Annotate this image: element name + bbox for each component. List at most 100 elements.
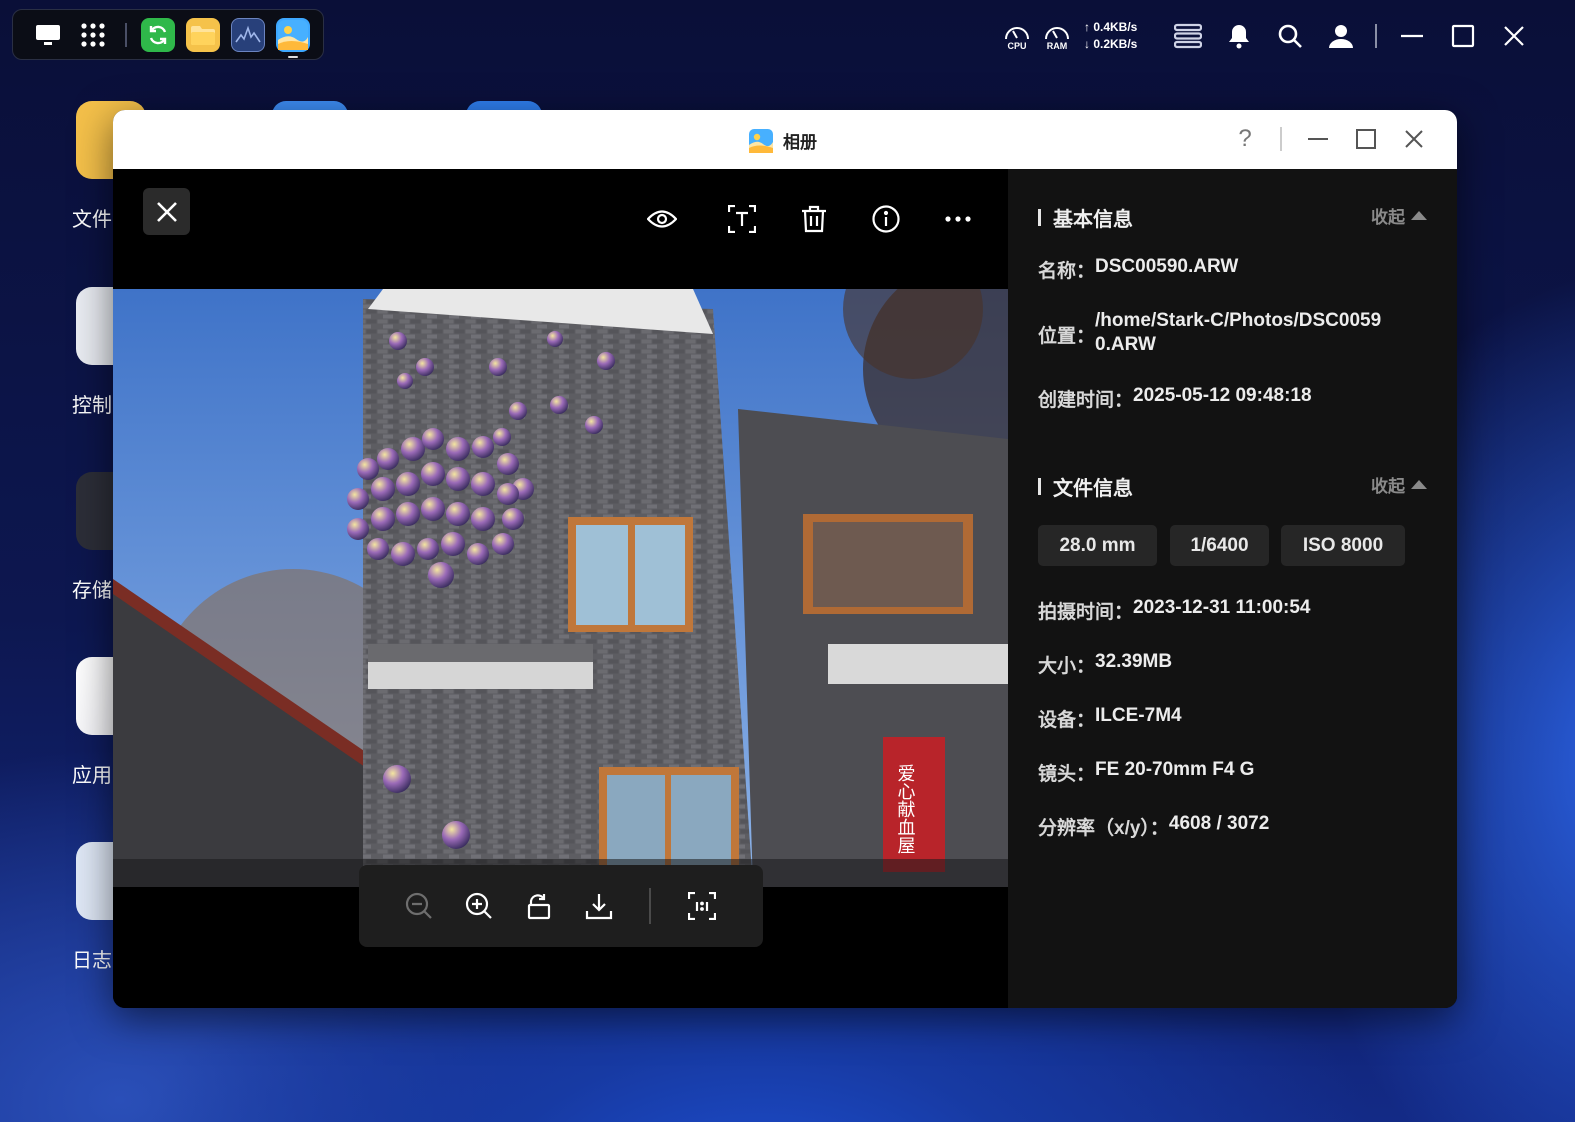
zoom-out-icon xyxy=(405,892,432,919)
upload-speed: ↑ 0.4KB/s xyxy=(1084,20,1138,34)
desktop-label-logs: 日志 xyxy=(72,950,112,972)
focal-length-badge: 28.0 mm xyxy=(1038,525,1157,566)
file-manager-button[interactable] xyxy=(186,17,220,52)
taken-value: 2023-12-31 11:00:54 xyxy=(1133,597,1311,618)
size-row: 大小： 32.39MB xyxy=(1038,651,1172,678)
user-button[interactable] xyxy=(1326,21,1356,51)
monitor-icon xyxy=(36,24,60,45)
more-button[interactable] xyxy=(940,201,976,237)
photos-icon xyxy=(278,19,308,50)
sync-app-button[interactable] xyxy=(141,17,175,52)
actual-size-button[interactable] xyxy=(684,888,720,924)
close-icon xyxy=(1405,130,1423,148)
window-maximize-button[interactable] xyxy=(1351,124,1381,154)
resolution-value: 4608 / 3072 xyxy=(1168,813,1270,834)
tray-divider xyxy=(1375,24,1378,48)
lens-label: 镜头： xyxy=(1038,764,1096,785)
ram-gauge-icon xyxy=(1045,27,1069,40)
app-launcher-button[interactable] xyxy=(76,18,110,52)
iso-badge: ISO 8000 xyxy=(1281,525,1405,566)
window-title: 相册 xyxy=(783,133,817,152)
file-info-title: 文件信息 xyxy=(1053,478,1133,500)
photo-image[interactable]: 爱心献血屋 xyxy=(113,289,1008,887)
help-button[interactable]: ? xyxy=(1230,124,1260,154)
collapse-label: 收起 xyxy=(1371,477,1405,496)
info-icon xyxy=(872,205,900,233)
download-icon xyxy=(585,894,613,920)
text-recognition-button[interactable] xyxy=(724,201,760,237)
network-speed[interactable]: ↑ 0.4KB/s ↓ 0.2KB/s xyxy=(1084,19,1137,53)
basic-info-title: 基本信息 xyxy=(1053,209,1133,231)
preview-button[interactable] xyxy=(644,201,680,237)
actual-size-icon xyxy=(688,892,716,920)
location-value[interactable]: /home/Stark-C/Photos/DSC0059 0.ARW xyxy=(1095,309,1381,357)
download-button[interactable] xyxy=(581,888,617,924)
zoom-in-button[interactable] xyxy=(461,888,497,924)
file-info-header: 文件信息 xyxy=(1038,472,1133,501)
cpu-gauge-icon xyxy=(1005,27,1029,40)
delete-button[interactable] xyxy=(796,201,832,237)
resource-monitor-button[interactable] xyxy=(231,17,265,52)
grid-icon xyxy=(81,22,105,47)
desktop-close-button[interactable] xyxy=(1499,21,1529,51)
minimize-icon xyxy=(1308,138,1328,140)
folder-icon xyxy=(191,25,215,45)
photos-window: 相册 ? 爱心献血屋 基本信息 收起 名称： DSC00590.ARW 位置： … xyxy=(113,110,1457,1008)
titlebar-divider xyxy=(1280,127,1282,151)
created-label: 创建时间： xyxy=(1038,390,1134,411)
name-row: 名称： DSC00590.ARW xyxy=(1038,256,1238,283)
zoom-toolbar-divider xyxy=(649,888,651,924)
taskbar-divider xyxy=(125,22,127,47)
resolution-row: 分辨率（x/y）： 4608 / 3072 xyxy=(1038,813,1269,840)
show-desktop-button[interactable] xyxy=(31,18,65,52)
photo-illustration: 爱心献血屋 xyxy=(113,289,1008,887)
window-title-group: 相册 xyxy=(749,128,817,153)
user-icon xyxy=(1329,25,1354,48)
device-label: 设备： xyxy=(1038,710,1096,731)
text-recognition-icon xyxy=(728,205,756,233)
size-label: 大小： xyxy=(1038,656,1096,677)
desktop-maximize-button[interactable] xyxy=(1448,21,1478,51)
photos-app-icon xyxy=(749,128,773,153)
cpu-gauge[interactable]: CPU xyxy=(1000,21,1034,51)
zoom-out-button[interactable] xyxy=(401,888,437,924)
created-value: 2025-05-12 09:48:18 xyxy=(1133,385,1312,406)
basic-info-collapse-button[interactable]: 收起 xyxy=(1371,203,1427,228)
window-minimize-button[interactable] xyxy=(1303,124,1333,154)
info-button[interactable] xyxy=(868,201,904,237)
search-icon xyxy=(1279,24,1303,48)
active-indicator xyxy=(288,55,298,58)
cpu-label: CPU xyxy=(1007,41,1027,51)
ram-gauge[interactable]: RAM xyxy=(1040,21,1074,51)
sync-icon xyxy=(149,25,167,44)
location-label: 位置： xyxy=(1038,326,1096,347)
window-close-button[interactable] xyxy=(1399,124,1429,154)
resolution-label: 分辨率（x/y）： xyxy=(1038,818,1169,839)
rotate-button[interactable] xyxy=(521,888,557,924)
location-value-line2: 0.ARW xyxy=(1095,334,1156,355)
search-button[interactable] xyxy=(1275,21,1305,51)
desktop-label-storage: 存储 xyxy=(72,580,112,602)
maximize-icon xyxy=(1356,129,1376,149)
rotate-icon xyxy=(527,894,551,920)
stack-icon xyxy=(1174,23,1203,49)
window-titlebar[interactable]: 相册 ? xyxy=(113,110,1457,169)
photos-app-button[interactable] xyxy=(276,17,310,58)
ram-label: RAM xyxy=(1046,41,1068,51)
close-icon xyxy=(156,201,177,222)
desktop-minimize-button[interactable] xyxy=(1397,21,1427,51)
name-label: 名称： xyxy=(1038,261,1096,282)
shutter-speed-badge: 1/6400 xyxy=(1170,525,1269,566)
task-list-button[interactable] xyxy=(1173,21,1203,51)
close-viewer-button[interactable] xyxy=(143,188,190,235)
download-speed: ↓ 0.2KB/s xyxy=(1084,37,1138,51)
device-row: 设备： ILCE-7M4 xyxy=(1038,705,1182,732)
lens-row: 镜头： FE 20-70mm F4 G xyxy=(1038,759,1254,786)
activity-chart-icon xyxy=(235,25,261,42)
trash-icon xyxy=(802,205,826,233)
notifications-button[interactable] xyxy=(1224,21,1254,51)
location-row: 位置： /home/Stark-C/Photos/DSC0059 0.ARW xyxy=(1038,309,1381,357)
section-marker xyxy=(1038,209,1041,226)
file-info-collapse-button[interactable]: 收起 xyxy=(1371,472,1427,497)
info-panel: 基本信息 收起 名称： DSC00590.ARW 位置： /home/Stark… xyxy=(1008,169,1457,1008)
